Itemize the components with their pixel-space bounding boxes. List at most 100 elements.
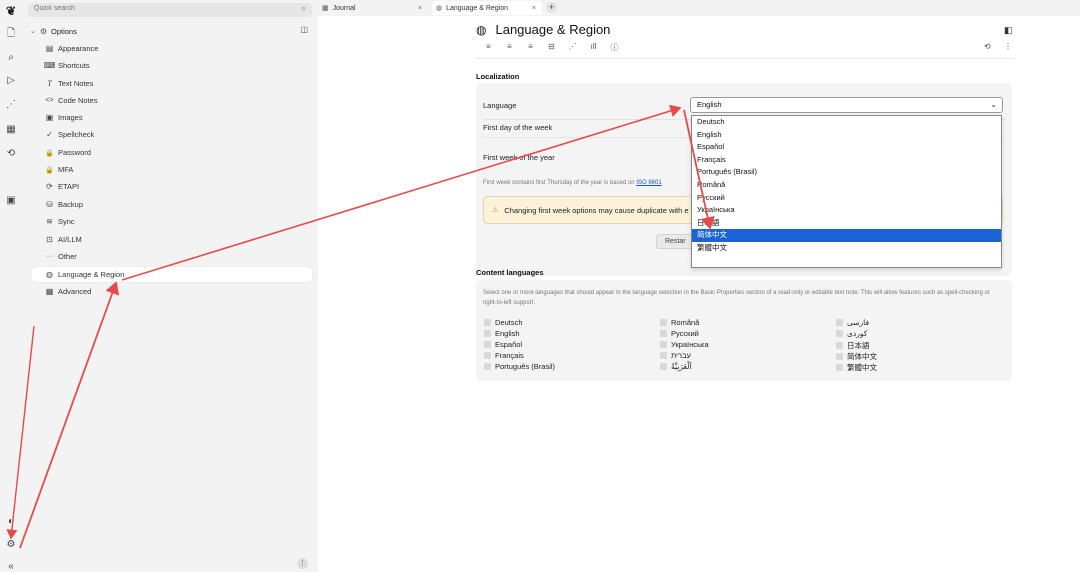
content-language-checkbox[interactable]: Português (Brasil)	[484, 362, 555, 371]
sidebar-item-spellcheck[interactable]: ✓ Spellcheck	[32, 127, 312, 142]
info-icon[interactable]: ⓘ	[604, 42, 625, 53]
iso-link[interactable]: ISO 8601	[636, 180, 661, 186]
sidebar-item-password[interactable]: 🔒 Password	[32, 145, 312, 160]
history-icon[interactable]: ⟲	[984, 42, 991, 51]
sidebar-item-etapi[interactable]: ⟳ ETAPI	[32, 179, 312, 194]
language-option[interactable]: Français	[692, 154, 1001, 167]
settings-icon[interactable]: ⚙	[3, 536, 19, 552]
sidebar-item-text-notes[interactable]: T Text Notes	[32, 76, 312, 91]
sidebar-item-mfa[interactable]: 🔒 MFA	[32, 162, 312, 177]
checkbox[interactable]	[484, 363, 491, 370]
tab-label: Journal	[332, 4, 356, 12]
checkbox[interactable]	[836, 319, 843, 326]
checkbox[interactable]	[836, 353, 843, 360]
checkbox[interactable]	[660, 352, 667, 359]
content-language-checkbox[interactable]: کوردی	[836, 329, 867, 338]
checkbox[interactable]	[836, 342, 843, 349]
tab-bar: ▦ Journal × ◍ Language & Region × +	[318, 0, 1080, 16]
restore-button[interactable]: Restar	[656, 234, 695, 249]
language-option[interactable]: 繁體中文	[692, 242, 1001, 255]
sidebar-item-sync[interactable]: ≋ Sync	[32, 214, 312, 229]
content-language-checkbox[interactable]: Русский	[660, 329, 699, 338]
language-option[interactable]: Українська	[692, 204, 1001, 217]
sidebar-item-ai-llm[interactable]: ⊡ AI/LLM	[32, 232, 312, 247]
content-language-checkbox[interactable]: Deutsch	[484, 318, 523, 327]
search-icon[interactable]: ⌕	[302, 4, 306, 14]
content-language-checkbox[interactable]: 繁體中文	[836, 362, 877, 373]
sidebar-item-images[interactable]: ▣ Images	[32, 110, 312, 125]
sidebar-item-appearance[interactable]: ▤ Appearance	[32, 41, 312, 56]
checkbox[interactable]	[836, 330, 843, 337]
tree-root-options[interactable]: ⌄ ⚙ Options ◫	[30, 24, 310, 38]
attributes-icon[interactable]: ≡	[499, 42, 520, 53]
language-option[interactable]: Русский	[692, 192, 1001, 205]
sidebar-item-advanced[interactable]: ▦ Advanced	[32, 284, 312, 299]
similar-notes-icon[interactable]: ıll	[583, 42, 604, 53]
content-language-checkbox[interactable]: 简体中文	[836, 351, 877, 362]
today-icon[interactable]: ▣	[3, 192, 19, 208]
note-map-icon[interactable]: ⋰	[562, 42, 583, 53]
checkbox[interactable]	[484, 341, 491, 348]
collapse-icon[interactable]: «	[3, 558, 19, 572]
content-language-checkbox[interactable]: Español	[484, 340, 522, 349]
content-language-checkbox[interactable]: فارسی	[836, 318, 869, 327]
new-note-icon[interactable]: 🗋	[3, 26, 19, 42]
sidebar-item-language-region[interactable]: ◍ Language & Region	[32, 267, 312, 282]
sidebar-item-other[interactable]: ··· Other	[32, 249, 312, 264]
checkbox[interactable]	[660, 319, 667, 326]
note-title[interactable]: ◍ Language & Region	[476, 22, 610, 37]
content-language-checkbox[interactable]: Română	[660, 318, 699, 327]
tab-language-region[interactable]: ◍ Language & Region ×	[432, 1, 542, 15]
checkbox[interactable]	[484, 319, 491, 326]
panel-toggle-icon[interactable]: ◧	[1004, 25, 1013, 36]
language-option[interactable]: Română	[692, 179, 1001, 192]
warning-icon: ⚠	[492, 207, 499, 214]
sidebar-menu-button[interactable]: ⋮	[297, 558, 308, 569]
content-language-checkbox[interactable]: English	[484, 329, 520, 338]
sidebar-item-shortcuts[interactable]: ⌨ Shortcuts	[32, 58, 312, 73]
quick-search-input[interactable]	[34, 5, 284, 12]
language-option[interactable]: Deutsch	[692, 116, 1001, 129]
close-icon[interactable]: ×	[418, 5, 422, 12]
language-option[interactable]: Español	[692, 141, 1001, 154]
content-language-checkbox[interactable]: עברית	[660, 351, 691, 360]
history-icon[interactable]: ⟲	[3, 145, 19, 161]
owned-attributes-icon[interactable]: ≡	[520, 42, 541, 53]
chevron-down-icon[interactable]: ⌄	[30, 27, 40, 35]
checkbox[interactable]	[660, 363, 667, 370]
protected-icon[interactable]: ◐	[3, 513, 19, 529]
language-option[interactable]: English	[692, 129, 1001, 142]
more-icon[interactable]: ⋮	[1004, 42, 1012, 51]
tab-journal[interactable]: ▦ Journal ×	[318, 1, 428, 15]
quick-search[interactable]: ⌕	[28, 3, 312, 17]
checkbox[interactable]	[484, 330, 491, 337]
language-option[interactable]: 日本語	[692, 217, 1001, 230]
checkbox[interactable]	[660, 330, 667, 337]
sidebar-item-backup[interactable]: ⛁ Backup	[32, 197, 312, 212]
language-option[interactable]: 简体中文	[692, 229, 1001, 242]
language-select[interactable]: English ⌄	[690, 97, 1003, 113]
close-icon[interactable]: ×	[532, 5, 536, 12]
checkbox[interactable]	[836, 364, 843, 371]
language-dropdown-list[interactable]: Deutsch English Español Français Portugu…	[691, 115, 1002, 268]
checkbox-label: 繁體中文	[847, 363, 877, 372]
new-tab-button[interactable]: +	[546, 2, 557, 13]
checkbox[interactable]	[660, 341, 667, 348]
note-title-text[interactable]: Language & Region	[495, 22, 610, 37]
language-option[interactable]: Português (Brasil)	[692, 166, 1001, 179]
content-language-checkbox[interactable]: Українська	[660, 340, 709, 349]
content-language-checkbox[interactable]: اَلْعَرَبِيَّةُ	[660, 362, 692, 371]
panel-icon[interactable]: ◫	[300, 25, 308, 34]
send-icon[interactable]: ▷	[3, 72, 19, 88]
app-logo-icon[interactable]: ❦	[3, 3, 19, 19]
share-graph-icon[interactable]: ⋰	[3, 96, 19, 112]
content-language-checkbox[interactable]: Français	[484, 351, 524, 360]
note-paths-icon[interactable]: ⊟	[541, 42, 562, 53]
calendar-icon[interactable]: ▦	[3, 121, 19, 137]
properties-icon[interactable]: ≡	[478, 42, 499, 53]
checkbox[interactable]	[484, 352, 491, 359]
search-icon[interactable]: ⌕	[3, 49, 19, 65]
sidebar-item-label: MFA	[58, 165, 74, 174]
sidebar-item-code-notes[interactable]: <> Code Notes	[32, 93, 312, 108]
content-language-checkbox[interactable]: 日本語	[836, 340, 870, 351]
